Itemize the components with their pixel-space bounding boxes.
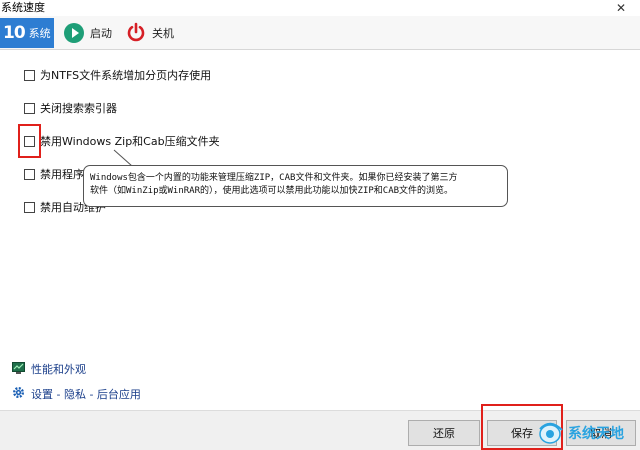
- link-privacy-background-apps[interactable]: 设置 - 隐私 - 后台应用: [12, 386, 141, 402]
- tab-system[interactable]: 10 系统: [0, 18, 54, 48]
- power-icon: [126, 22, 146, 45]
- tab-startup[interactable]: 启动: [64, 18, 112, 48]
- checkbox[interactable]: [24, 69, 35, 81]
- highlight-box-checkbox: [18, 124, 41, 158]
- tooltip: Windows包含一个内置的功能来管理压缩ZIP，CAB文件和文件夹。如果你已经…: [83, 165, 508, 207]
- tab-shutdown-label: 关机: [152, 27, 174, 40]
- title-bar: 系统速度 ✕: [0, 0, 640, 16]
- checkbox[interactable]: [24, 168, 35, 180]
- link-performance-appearance[interactable]: 性能和外观: [12, 361, 86, 377]
- tab-startup-label: 启动: [90, 27, 112, 40]
- option-ntfs-paging[interactable]: 为NTFS文件系统增加分页内存使用: [24, 67, 211, 83]
- option-disable-program[interactable]: 禁用程序: [24, 166, 84, 182]
- close-icon[interactable]: ✕: [616, 0, 626, 16]
- link-label: 设置 - 隐私 - 后台应用: [31, 388, 141, 401]
- tooltip-line-1: Windows包含一个内置的功能来管理压缩ZIP，CAB文件和文件夹。如果你已经…: [90, 173, 458, 183]
- option-label: 禁用Windows Zip和Cab压缩文件夹: [40, 135, 220, 148]
- windows10-logo: 10: [3, 23, 26, 43]
- tab-bar: 10 系统 启动 关机: [0, 16, 640, 50]
- option-label: 关闭搜索索引器: [40, 102, 117, 115]
- watermark-text: 系统天地: [568, 426, 624, 442]
- option-disable-search-indexer[interactable]: 关闭搜索索引器: [24, 100, 117, 116]
- watermark: 系统天地: [536, 420, 640, 446]
- play-icon: [64, 23, 84, 43]
- watermark-logo-icon: [539, 422, 563, 444]
- checkbox[interactable]: [24, 201, 35, 213]
- restore-button[interactable]: 还原: [408, 420, 480, 446]
- checkbox[interactable]: [24, 102, 35, 114]
- option-disable-zip-cab[interactable]: 禁用Windows Zip和Cab压缩文件夹: [24, 133, 220, 149]
- option-label: 为NTFS文件系统增加分页内存使用: [40, 69, 212, 82]
- link-label: 性能和外观: [31, 363, 86, 376]
- option-label: 禁用程序: [40, 168, 84, 181]
- gear-icon: [12, 386, 25, 402]
- tab-system-label: 系统: [28, 27, 51, 40]
- tab-shutdown[interactable]: 关机: [126, 18, 174, 48]
- performance-icon: [12, 361, 25, 377]
- window-title: 系统速度: [1, 1, 45, 14]
- tooltip-line-2: 软件（如WinZip或WinRAR的），使用此选项可以禁用此功能以加快ZIP和C…: [90, 186, 454, 196]
